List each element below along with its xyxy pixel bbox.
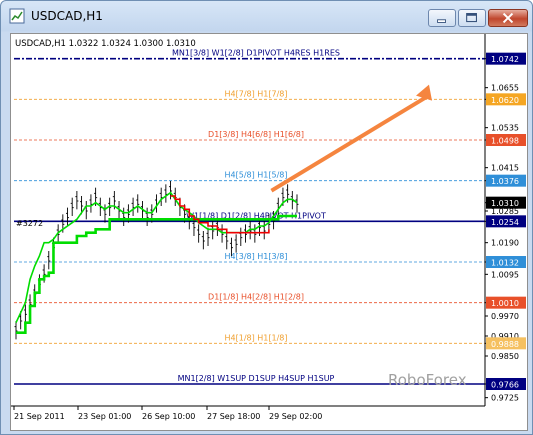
price-tick-label: 1.0535 xyxy=(491,124,519,133)
level-price-tag-label: 0.9888 xyxy=(491,340,519,349)
watermark: RoboForex xyxy=(388,371,467,389)
level-price-tag-label: 1.0620 xyxy=(491,96,519,105)
close-button[interactable] xyxy=(488,9,528,27)
level-price-tag-label: 1.0254 xyxy=(491,218,519,227)
close-icon xyxy=(502,12,514,24)
maximize-icon xyxy=(466,13,477,23)
level-price-tag-label: 1.0376 xyxy=(491,177,519,186)
level-label: H4[3/8] H1[3/8] xyxy=(225,252,288,261)
level-label: D1[3/8] H4[6/8] H1[6/8] xyxy=(208,130,304,139)
chart-header: USDCAD,H1 1.0322 1.0324 1.0300 1.0310 xyxy=(15,39,196,49)
chart-window-icon xyxy=(9,8,25,24)
price-tick-label: 0.9850 xyxy=(491,352,519,361)
level-label: MN1[3/8] W1[2/8] D1PIVOT H4RES H1RES xyxy=(172,49,340,58)
level-price-tag-label: 1.0010 xyxy=(491,299,519,308)
price-tick-label: 1.0190 xyxy=(491,239,519,248)
time-tick-label: 27 Sep 18:00 xyxy=(207,412,260,421)
level-label: D1[1/8] H4[2/8] H1[2/8] xyxy=(208,293,304,302)
time-tick-label: 21 Sep 2011 xyxy=(14,412,65,421)
level-label: H4[1/8] H1[1/8] xyxy=(225,333,288,342)
price-tick-label: 0.9970 xyxy=(491,312,519,321)
time-tick-label: 26 Sep 10:00 xyxy=(142,412,195,421)
time-tick-label: 29 Sep 02:00 xyxy=(269,412,322,421)
price-tick-label: 1.0415 xyxy=(491,164,519,173)
maximize-button[interactable] xyxy=(458,9,486,27)
chart-canvas[interactable]: USDCAD,H1 1.0322 1.0324 1.0300 1.0310 MN… xyxy=(11,34,527,430)
level-label: H4[5/8] H1[5/8] xyxy=(225,171,288,180)
title-bar[interactable]: USDCAD,H1 xyxy=(1,1,532,31)
current-price-tag-label: 1.0310 xyxy=(491,199,519,208)
time-tick-label: 23 Sep 01:00 xyxy=(78,412,131,421)
level-label: MN1[2/8] W1SUP D1SUP H4SUP H1SUP xyxy=(178,374,335,383)
minimize-button[interactable] xyxy=(428,9,456,27)
level-price-tag-label: 1.0742 xyxy=(491,55,519,64)
price-chart[interactable]: USDCAD,H1 1.0322 1.0324 1.0300 1.0310 MN… xyxy=(10,33,528,431)
grid-label: #3272 xyxy=(16,219,43,228)
minimize-icon xyxy=(437,19,446,23)
chart-window: USDCAD,H1 USDCAD,H1 1.0322 1.0324 1.0300… xyxy=(0,0,533,435)
level-price-tag-label: 0.9766 xyxy=(491,381,519,390)
price-tick-label: 0.9725 xyxy=(491,394,519,403)
price-tick-label: 1.0655 xyxy=(491,84,519,93)
level-price-tag-label: 1.0498 xyxy=(491,137,519,146)
level-label: H4[7/8] H1[7/8] xyxy=(225,89,288,98)
level-price-tag-label: 1.0132 xyxy=(491,259,519,268)
window-title: USDCAD,H1 xyxy=(31,9,103,23)
trend-arrow-shaft xyxy=(270,94,429,193)
price-tick-label: 1.0095 xyxy=(491,270,519,279)
